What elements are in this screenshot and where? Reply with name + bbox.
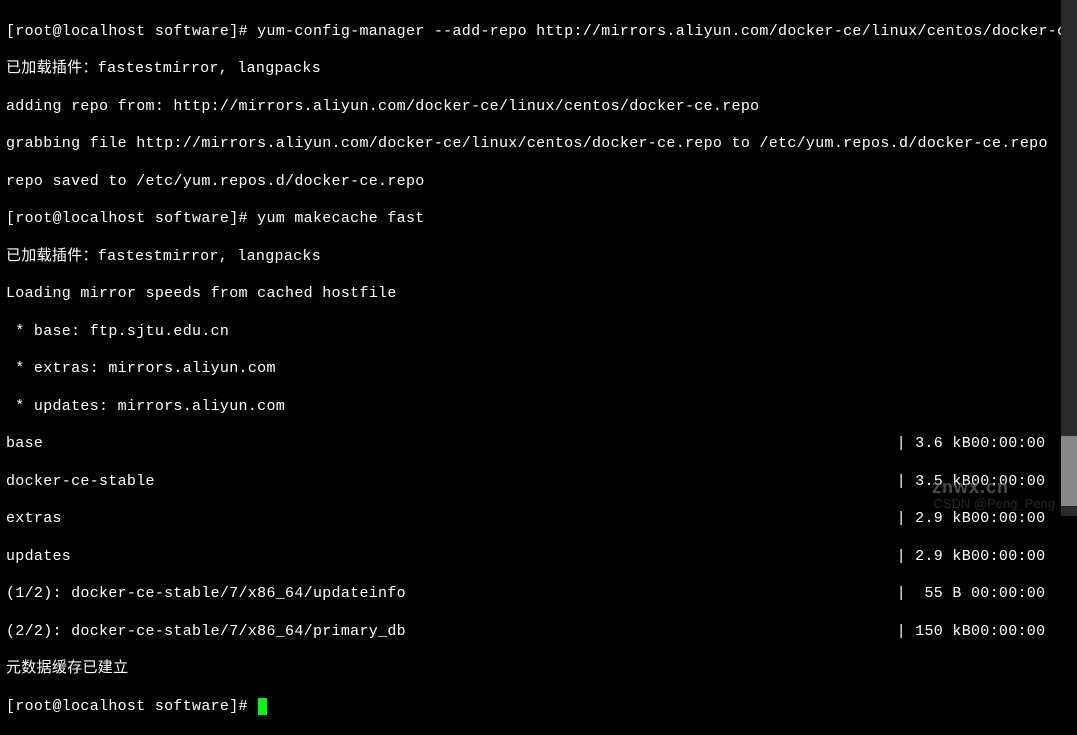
- shell-prompt: [root@localhost software]#: [6, 210, 257, 227]
- download-name: (2/2): docker-ce-stable/7/x86_64/primary…: [6, 623, 881, 642]
- download-row: (1/2): docker-ce-stable/7/x86_64/updatei…: [6, 585, 1071, 604]
- repo-name: docker-ce-stable: [6, 473, 881, 492]
- download-row: (2/2): docker-ce-stable/7/x86_64/primary…: [6, 623, 1071, 642]
- output-line: Loading mirror speeds from cached hostfi…: [6, 285, 1071, 304]
- repo-name: updates: [6, 548, 881, 567]
- watermark-text: znwx.cn: [932, 476, 1009, 499]
- repo-time: 00:00:00: [971, 435, 1071, 454]
- output-line: 已加载插件：fastestmirror, langpacks: [6, 60, 1071, 79]
- prompt-line-2: [root@localhost software]# yum makecache…: [6, 210, 1071, 229]
- shell-prompt: [root@localhost software]#: [6, 23, 257, 40]
- download-size: | 150 kB: [881, 623, 971, 642]
- repo-name: extras: [6, 510, 881, 529]
- output-line: * updates: mirrors.aliyun.com: [6, 398, 1071, 417]
- watermark-text: CSDN @Peng_Peng: [933, 496, 1055, 512]
- vertical-scrollbar[interactable]: [1061, 0, 1077, 516]
- repo-row: docker-ce-stable| 3.5 kB00:00:00: [6, 473, 1071, 492]
- download-size: | 55 B: [881, 585, 971, 604]
- cursor-icon: [258, 698, 267, 715]
- output-line: * extras: mirrors.aliyun.com: [6, 360, 1071, 379]
- prompt-line-3: [root@localhost software]#: [6, 698, 1071, 717]
- shell-prompt: [root@localhost software]#: [6, 698, 257, 715]
- prompt-line-1: [root@localhost software]# yum-config-ma…: [6, 23, 1071, 42]
- scrollbar-thumb[interactable]: [1061, 436, 1077, 506]
- download-time: 00:00:00: [971, 585, 1071, 604]
- repo-time: 00:00:00: [971, 510, 1071, 529]
- output-line: 元数据缓存已建立: [6, 660, 1071, 679]
- repo-time: 00:00:00: [971, 548, 1071, 567]
- output-line: 已加载插件：fastestmirror, langpacks: [6, 248, 1071, 267]
- terminal-output[interactable]: [root@localhost software]# yum-config-ma…: [6, 4, 1071, 735]
- output-line: adding repo from: http://mirrors.aliyun.…: [6, 98, 1071, 117]
- output-line: grabbing file http://mirrors.aliyun.com/…: [6, 135, 1071, 154]
- output-line: repo saved to /etc/yum.repos.d/docker-ce…: [6, 173, 1071, 192]
- repo-size: | 2.9 kB: [881, 510, 971, 529]
- output-line: * base: ftp.sjtu.edu.cn: [6, 323, 1071, 342]
- command-text: yum makecache fast: [257, 210, 424, 227]
- repo-row: extras| 2.9 kB00:00:00: [6, 510, 1071, 529]
- download-time: 00:00:00: [971, 623, 1071, 642]
- download-name: (1/2): docker-ce-stable/7/x86_64/updatei…: [6, 585, 881, 604]
- command-text: yum-config-manager --add-repo http://mir…: [257, 23, 1077, 40]
- repo-size: | 3.6 kB: [881, 435, 971, 454]
- repo-row: base| 3.6 kB00:00:00: [6, 435, 1071, 454]
- repo-size: | 2.9 kB: [881, 548, 971, 567]
- repo-row: updates| 2.9 kB00:00:00: [6, 548, 1071, 567]
- repo-name: base: [6, 435, 881, 454]
